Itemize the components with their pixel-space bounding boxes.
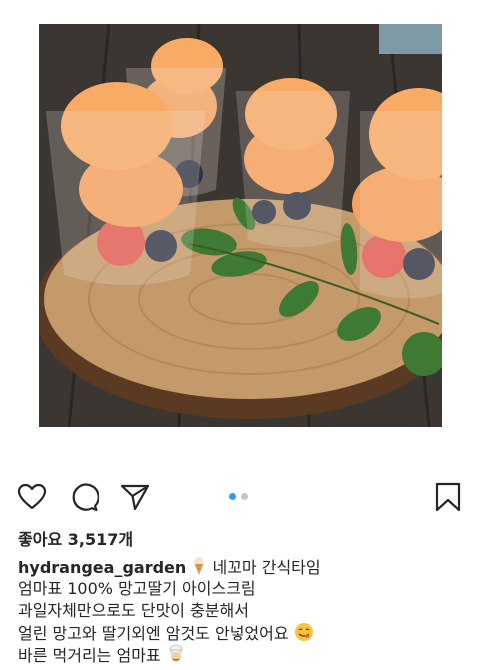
caption-first-text: 네꼬마 간식타임 <box>212 558 321 577</box>
carousel-dot <box>241 493 248 500</box>
yum-face-icon <box>294 622 314 648</box>
action-bar <box>0 470 480 522</box>
share-icon <box>120 484 150 511</box>
post-photo-illustration <box>39 24 442 427</box>
carousel-dot-active <box>229 493 236 500</box>
post-caption: hydrangea_garden 네꼬마 간식타임 엄마표 100% 망고딸기 … <box>18 556 468 666</box>
caption-line-3: 과일자체만으로도 단맛이 충분해서 <box>18 601 249 620</box>
caption-line-5-text: 바른 먹거리는 엄마표 <box>18 646 161 665</box>
caption-line-4-text: 얼린 망고와 딸기외엔 암것도 안넣었어요 <box>18 624 289 643</box>
bookmark-icon <box>435 482 461 512</box>
post-image[interactable] <box>39 24 442 427</box>
caption-line-5: 바른 먹거리는 엄마표 <box>18 644 468 666</box>
caption-line-1: hydrangea_garden 네꼬마 간식타임 <box>18 556 468 578</box>
like-button[interactable] <box>17 482 47 512</box>
share-button[interactable] <box>120 482 150 512</box>
caption-line-2: 엄마표 100% 망고딸기 아이스크림 <box>18 579 256 598</box>
username-link[interactable]: hydrangea_garden <box>18 558 186 577</box>
chef-icon <box>166 644 186 670</box>
likes-count[interactable]: 좋아요 3,517개 <box>18 526 133 550</box>
comment-button[interactable] <box>69 482 99 512</box>
save-button[interactable] <box>433 482 463 512</box>
caption-line-4: 얼린 망고와 딸기외엔 암것도 안넣었어요 <box>18 622 468 644</box>
heart-icon <box>17 483 47 510</box>
comment-icon <box>72 483 99 512</box>
